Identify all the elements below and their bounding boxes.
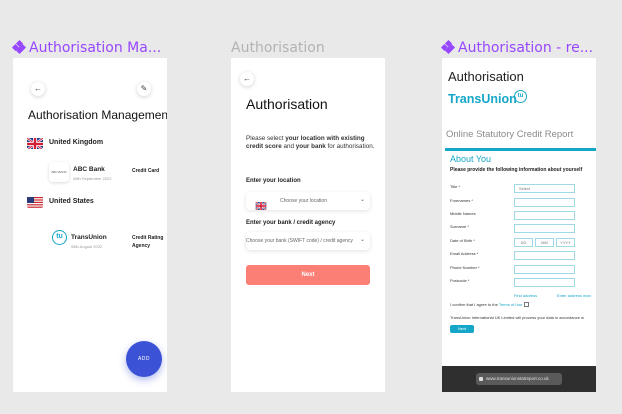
bank-logo: ABC BANK	[49, 162, 69, 182]
component-icon	[11, 39, 27, 55]
page-title: Authorisation Management	[28, 108, 167, 122]
authorisation-management-screen: ← ✎ Authorisation Management United King…	[13, 58, 167, 392]
bank-name[interactable]: TransUnion	[71, 234, 107, 241]
dob-year-input[interactable]: YYYY	[556, 238, 575, 247]
external-edit-icon: ✎	[140, 84, 148, 93]
section-title: About You	[450, 154, 492, 164]
location-select[interactable]: Choose your location ⌄	[246, 192, 370, 211]
edit-button[interactable]: ✎	[137, 82, 151, 96]
report-title: Online Statutory Credit Report	[446, 129, 574, 140]
field-label: Phone Number *	[450, 265, 480, 270]
country-name[interactable]: United States	[49, 198, 94, 205]
data-notice: TransUnion International UK Limited will…	[450, 315, 584, 320]
next-button[interactable]: Next	[450, 325, 474, 333]
frame-label-text: Authorisation	[231, 40, 325, 56]
title-select[interactable]: Select	[514, 184, 575, 193]
bank-date: 08th August 2022	[71, 244, 103, 249]
surname-input[interactable]	[514, 224, 575, 233]
bank-date: 08th September 2022	[73, 176, 112, 181]
add-button[interactable]: ADD	[126, 341, 162, 377]
bank-type: Credit Card	[132, 168, 160, 174]
lock-icon	[479, 377, 483, 381]
back-button[interactable]: ←	[31, 82, 45, 96]
bank-placeholder: Choose your bank (SWIFT code) / credit a…	[246, 238, 353, 244]
us-flag-icon	[27, 196, 43, 208]
next-button[interactable]: Next	[246, 265, 370, 285]
chevron-down-icon: ⌄	[359, 197, 365, 203]
frame-label-authorisation-report[interactable]: Authorisation - re...	[440, 39, 594, 56]
bank-label: Enter your bank / credit agency	[246, 220, 336, 226]
uk-flag-icon	[27, 137, 43, 149]
country-name[interactable]: United Kingdom	[49, 139, 103, 146]
description: Please select your location with existin…	[246, 135, 375, 150]
dob-day-input[interactable]: DD	[514, 238, 533, 247]
confirm-row: I confirm that I agree to the Terms of U…	[450, 302, 529, 308]
transunion-badge-icon: tu	[514, 90, 527, 103]
field-label: Postcode *	[450, 278, 470, 283]
transunion-logo: tu	[52, 230, 67, 245]
field-label: Middle Names	[450, 211, 476, 216]
field-label: Email Address *	[450, 251, 479, 256]
url-text: www.transunionstatreport.co.uk	[486, 376, 549, 381]
enter-address-link[interactable]: Enter address man	[557, 293, 591, 298]
uk-flag-icon	[255, 197, 267, 211]
find-address-link[interactable]: Find address	[514, 293, 537, 298]
location-label: Enter your location	[246, 178, 301, 184]
back-button[interactable]: ←	[240, 72, 254, 86]
phone-input[interactable]	[514, 265, 575, 274]
field-label: Title *	[450, 184, 461, 189]
location-placeholder: Choose your location	[280, 198, 327, 204]
transunion-logo: TransUnion	[448, 92, 517, 106]
bank-type: Credit Rating Agency	[132, 235, 164, 249]
middle-names-input[interactable]	[514, 211, 575, 220]
page-title: Authorisation	[246, 96, 328, 112]
email-input[interactable]	[514, 251, 575, 260]
arrow-left-icon: ←	[243, 74, 251, 83]
postcode-input[interactable]	[514, 278, 575, 287]
page-title: Authorisation	[448, 69, 524, 84]
authorisation-report-screen: Authorisation TransUnion tu Online Statu…	[442, 58, 596, 392]
browser-bottom-bar: www.transunionstatreport.co.uk	[442, 366, 596, 392]
divider	[445, 148, 596, 151]
confirm-checkbox[interactable]	[523, 302, 529, 308]
frame-label-text: Authorisation - re...	[458, 40, 594, 56]
bank-select[interactable]: Choose your bank (SWIFT code) / credit a…	[246, 232, 370, 250]
field-label: Forenames *	[450, 198, 473, 203]
dob-month-input[interactable]: MM	[535, 238, 554, 247]
terms-link[interactable]: Terms of Use	[499, 302, 523, 307]
url-bar[interactable]: www.transunionstatreport.co.uk	[476, 373, 562, 385]
field-label: Surname *	[450, 224, 469, 229]
field-label: Date of Birth *	[450, 238, 475, 243]
form-prompt: Please provide the following information…	[450, 167, 583, 173]
frame-label-authorisation-management[interactable]: Authorisation Ma...	[11, 39, 162, 56]
forenames-input[interactable]	[514, 198, 575, 207]
component-icon	[440, 39, 456, 55]
authorisation-screen: ← Authorisation Please select your locat…	[231, 58, 385, 392]
bank-name[interactable]: ABC Bank	[73, 166, 105, 173]
frame-label-text: Authorisation Ma...	[29, 40, 162, 56]
chevron-down-icon: ⌄	[359, 237, 365, 243]
arrow-left-icon: ←	[34, 84, 42, 93]
frame-label-authorisation[interactable]: Authorisation	[231, 40, 325, 56]
